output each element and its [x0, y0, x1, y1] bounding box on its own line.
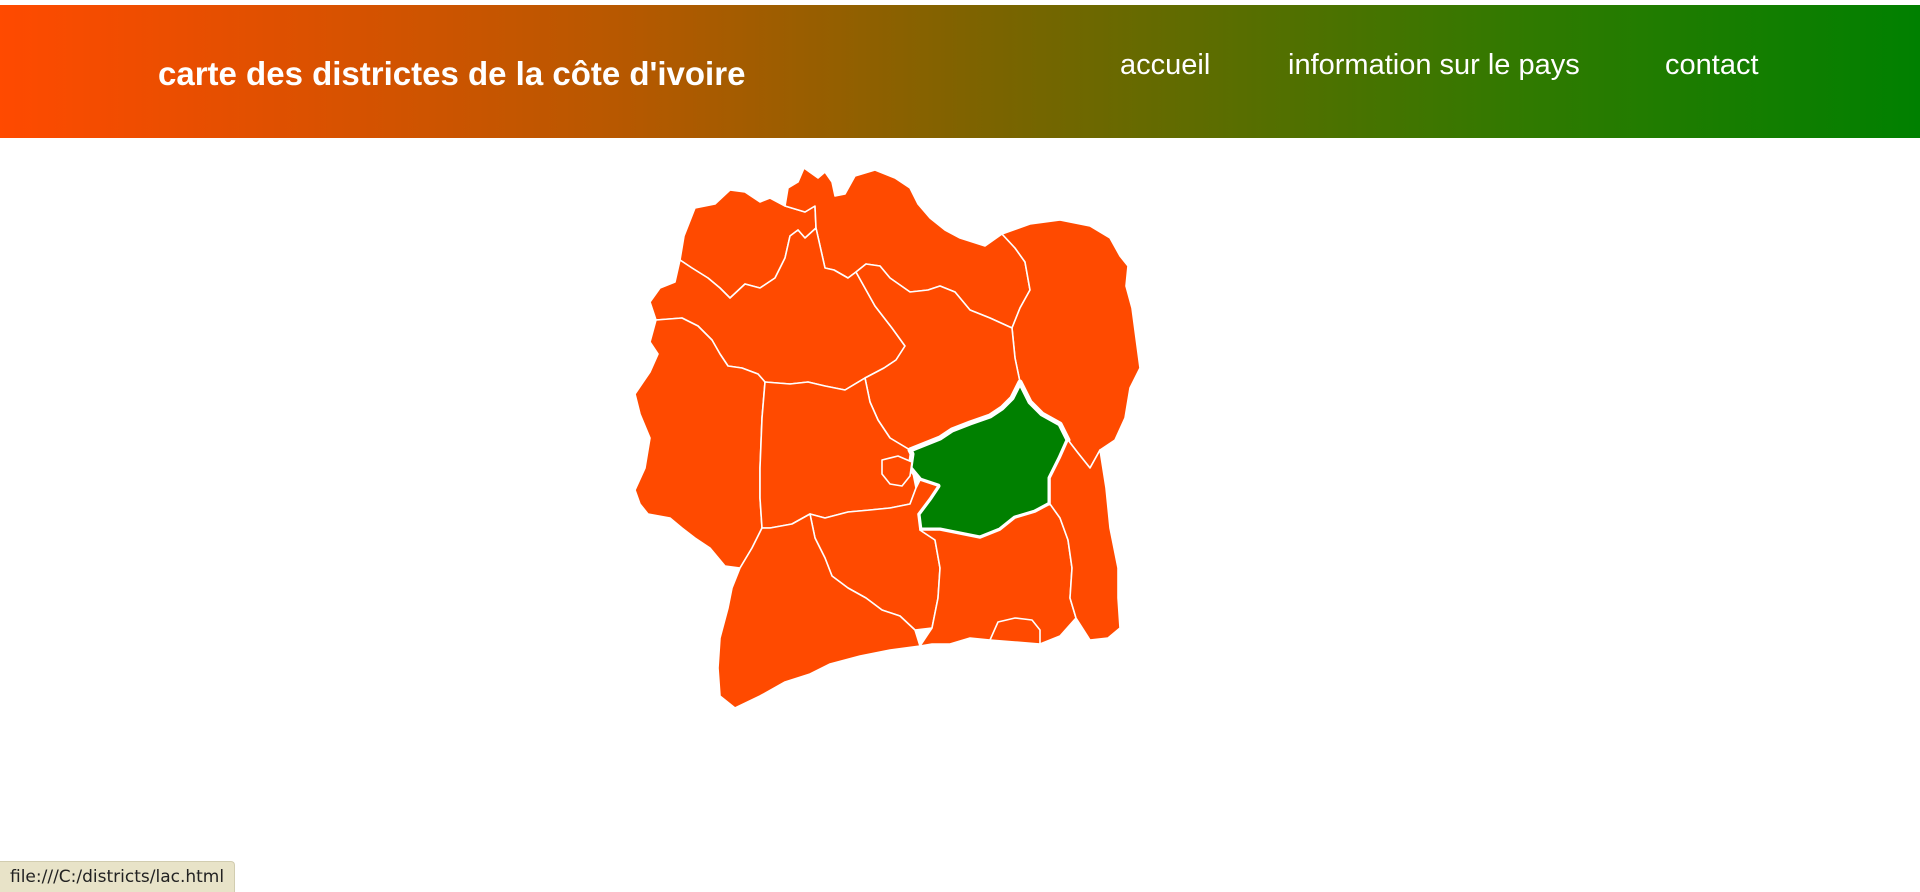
page: carte des districtes de la côte d'ivoire…: [0, 0, 1920, 892]
nav-link-accueil[interactable]: accueil: [1120, 43, 1210, 87]
nav-link-contact[interactable]: contact: [1665, 43, 1759, 87]
cote-divoire-map-svg: [634, 168, 1141, 709]
districts-map: [620, 168, 1300, 858]
nav-link-information[interactable]: information sur le pays: [1288, 43, 1580, 87]
main-nav: accueil information sur le pays contact: [0, 43, 1920, 93]
site-header: carte des districtes de la côte d'ivoire…: [0, 5, 1920, 138]
district-abidjan[interactable]: [989, 617, 1041, 645]
browser-status-bar: file:///C:/districts/lac.html: [0, 861, 236, 892]
